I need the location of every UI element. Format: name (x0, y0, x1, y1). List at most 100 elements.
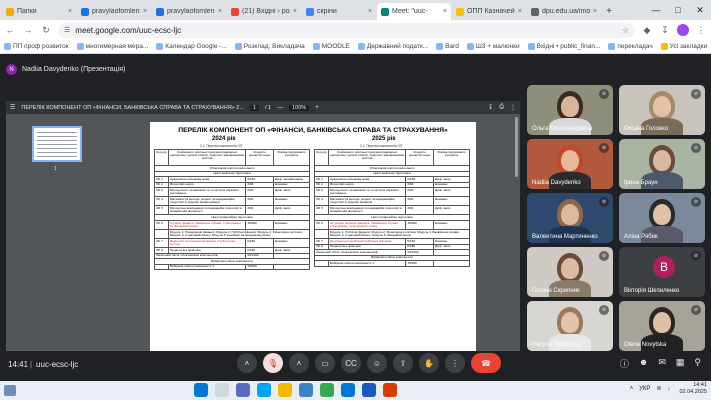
start-icon[interactable] (194, 383, 208, 397)
browser-tab[interactable]: Meet: "uuc- × (377, 3, 451, 20)
leave-call-button[interactable]: ☎ (471, 353, 501, 373)
people-icon[interactable]: ☻ (639, 357, 648, 370)
browser-tab[interactable]: Папки × (2, 3, 76, 20)
tray-chevron-icon[interactable]: ˄ (630, 386, 634, 392)
zoom-out-icon[interactable]: — (277, 105, 283, 111)
tab-close-icon[interactable]: × (593, 8, 597, 15)
tab-close-icon[interactable]: × (443, 8, 447, 15)
browser-tab[interactable]: pravylaofomleni × (152, 3, 226, 20)
site-info-icon[interactable]: ☰ (64, 26, 70, 34)
participant-tile[interactable]: ⊘ Галина Скрипник (527, 247, 613, 297)
new-tab-button[interactable]: + (602, 3, 616, 20)
mic-muted-button[interactable]: 🎙 (263, 353, 283, 373)
task-view-icon[interactable] (236, 383, 250, 397)
menu-icon[interactable]: ⋮ (695, 25, 707, 36)
tab-close-icon[interactable]: × (518, 8, 522, 15)
emoji-button[interactable]: ☺ (367, 353, 387, 373)
pdf-page-input[interactable]: 1 (249, 104, 259, 111)
bookmark-item[interactable]: перекладач (608, 43, 653, 50)
forward-icon[interactable]: → (22, 25, 34, 35)
browser-tab[interactable]: ОПП Казначей × (452, 3, 526, 20)
camera-options-button[interactable]: ˄ (289, 353, 309, 373)
participant-tile[interactable]: ⊘ Ольга Олександрівна (527, 85, 613, 135)
print-icon[interactable]: ⎙ (499, 104, 504, 111)
raise-hand-button[interactable]: ✋ (419, 353, 439, 373)
pdf-menu-icon[interactable]: ☰ (10, 104, 15, 111)
extensions-icon[interactable]: ◆ (641, 25, 653, 36)
profile-avatar[interactable] (677, 24, 689, 36)
table-2025: Код н/д Компоненти освітньої програми (на… (313, 149, 471, 267)
minimize-icon[interactable]: — (645, 0, 667, 20)
bookmark-item[interactable]: Розклад: Викладача (234, 43, 305, 50)
participant-tile[interactable]: ⊘ Ірина Браун (619, 139, 705, 189)
participant-tile[interactable]: ⊘ Olena Novytska (619, 301, 705, 351)
download-icon[interactable]: ↧ (488, 104, 493, 111)
zoom-in-icon[interactable]: + (315, 105, 319, 111)
more-options-button[interactable]: ⋮ (445, 353, 465, 373)
activities-icon[interactable]: ▦ (676, 357, 685, 370)
outlook-icon[interactable] (341, 383, 355, 397)
store-icon[interactable] (299, 383, 313, 397)
tab-close-icon[interactable]: × (218, 8, 222, 15)
weather-widget-icon[interactable] (4, 385, 16, 396)
participant-tile[interactable]: В ⊘ Вікторія Шепиленко (619, 247, 705, 297)
file-explorer-icon[interactable] (278, 383, 292, 397)
modules-text: Модуль 1. Поведінкові фінанси; Модуль 2.… (167, 229, 311, 240)
participant-tile[interactable]: ⊘ Nadiia Davydenko (527, 139, 613, 189)
pdf-scrollbar[interactable] (515, 117, 518, 177)
clock[interactable]: 14:41 02.04.2025 (679, 382, 707, 395)
camera-off-icon[interactable]: ▭ (315, 353, 335, 373)
all-bookmarks[interactable]: Усі закладки (660, 43, 707, 50)
pdf-zoom-input[interactable]: 100% (289, 104, 310, 111)
reload-icon[interactable]: ↻ (40, 25, 52, 36)
participant-tile[interactable]: ⊘ Maryna Slatvinska (527, 301, 613, 351)
browser-tab[interactable]: скріни × (302, 3, 376, 20)
tab-close-icon[interactable]: × (68, 8, 72, 15)
tab-favicon-icon (6, 7, 14, 16)
bookmark-star-icon[interactable]: ☆ (622, 26, 629, 35)
present-button[interactable]: ⇧ (393, 353, 413, 373)
participant-tile[interactable]: ⊘ Оксана Головко (619, 85, 705, 135)
mic-off-icon: ⊘ (691, 197, 701, 207)
maximize-icon[interactable]: □ (667, 0, 689, 20)
search-icon[interactable] (215, 383, 229, 397)
bookmark-item[interactable]: ПП проф розвиток (4, 43, 69, 50)
tab-close-icon[interactable]: × (143, 8, 147, 15)
edge-icon[interactable] (257, 383, 271, 397)
tab-close-icon[interactable]: × (293, 8, 297, 15)
downloads-icon[interactable]: ↧ (659, 25, 671, 36)
volume-icon[interactable]: ♩ (667, 386, 673, 392)
browser-tab[interactable]: pravylaofomleni × (77, 3, 151, 20)
network-icon[interactable]: ≋ (656, 385, 661, 392)
address-bar[interactable]: ☰ meet.google.com/uuc-ecsc-ljc ☆ (58, 22, 635, 38)
info-icon[interactable]: ⓘ (620, 357, 629, 370)
participant-tile[interactable]: ⊘ Аліна Рябик (619, 193, 705, 243)
page-thumbnail[interactable] (32, 126, 82, 162)
tab-close-icon[interactable]: × (368, 8, 372, 15)
bookmark-item[interactable]: многимерная мера... (76, 43, 148, 50)
tab-title: pravylaofomleni (167, 8, 215, 15)
language-indicator[interactable]: УКР (639, 386, 650, 392)
bookmark-item[interactable]: Календар Google -... (156, 43, 227, 50)
browser-tab[interactable]: (21) Вхідні › рол × (227, 3, 301, 20)
lock-icon[interactable]: ⚲ (694, 357, 701, 370)
chat-icon[interactable]: ✉ (658, 357, 666, 370)
word-icon[interactable] (362, 383, 376, 397)
modules-row: Модуль 1. Публічні фінанси; Модуль 2. Мо… (314, 229, 471, 240)
cell-name: Сучасні фінанси, банківська справа, стра… (167, 220, 247, 231)
mic-options-button[interactable]: ˄ (237, 353, 257, 373)
acrobat-icon[interactable] (383, 383, 397, 397)
bookmark-item[interactable]: Вхідні • public_finan... (527, 43, 600, 50)
back-icon[interactable]: ← (4, 25, 16, 35)
chrome-icon[interactable] (320, 383, 334, 397)
cell-code: ОК 6 (154, 220, 169, 231)
close-icon[interactable]: ✕ (689, 0, 711, 20)
bookmark-item[interactable]: Державний податк... (357, 43, 428, 50)
bookmark-item[interactable]: MOODLE (312, 43, 350, 50)
bookmark-item[interactable]: Bard (436, 43, 459, 50)
bookmark-item[interactable]: Ш3 + малюнки (466, 43, 520, 50)
browser-tab[interactable]: dpu.edu.ua/imo × (527, 3, 601, 20)
captions-button[interactable]: CC (341, 353, 361, 373)
more-icon[interactable]: ⋮ (510, 104, 516, 111)
participant-tile[interactable]: ⊘ Валентина Мартиненко (527, 193, 613, 243)
